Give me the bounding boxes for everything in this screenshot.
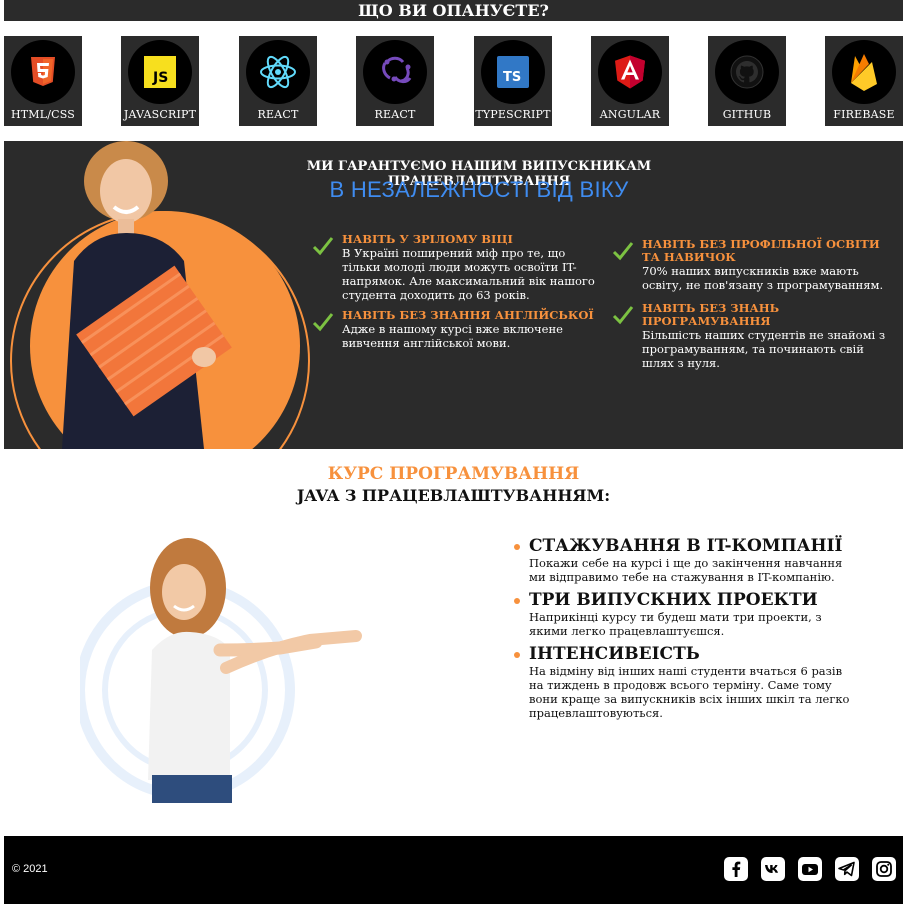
tech-card-redux[interactable]: REACT — [356, 36, 434, 126]
section-heading: ЩО ВИ ОПАНУЄТЕ? — [4, 0, 903, 21]
feature-item: НАВІТЬ БЕЗ ПРОФІЛЬНОЇ ОСВІТИ ТА НАВИЧОК … — [612, 237, 899, 292]
vk-icon — [765, 865, 778, 873]
course-heading: КУРС ПРОГРАМУВАННЯ — [327, 464, 580, 484]
tech-label: JAVASCRIPT — [123, 108, 197, 121]
angular-icon — [615, 55, 645, 89]
check-icon — [312, 313, 334, 332]
check-icon — [312, 237, 334, 256]
feature-title: НАВІТЬ БЕЗ ЗНАНЬ ПРОГРАМУВАННЯ — [642, 301, 780, 328]
benefit-item: ІНТЕНСИВЕІСТЬ На відміну від інших наші … — [514, 644, 854, 720]
tech-card-firebase[interactable]: FIREBASE — [825, 36, 903, 126]
student-photo — [62, 141, 232, 449]
javascript-icon: JS — [144, 56, 176, 88]
youtube-link[interactable] — [798, 857, 822, 881]
tech-label: FIREBASE — [833, 108, 895, 121]
benefit-title: ТРИ ВИПУСКНИХ ПРОЕКТИ — [529, 590, 818, 610]
tech-card-typescript[interactable]: TS TYPESCRIPT — [474, 36, 552, 126]
feature-text: 70% наших випускників вже мають освіту, … — [642, 264, 884, 292]
tech-label: TYPESCRIPT — [475, 108, 551, 121]
feature-title: НАВІТЬ БЕЗ ПРОФІЛЬНОЇ ОСВІТИ ТА НАВИЧОК — [642, 237, 880, 264]
facebook-link[interactable] — [724, 857, 748, 881]
benefit-item: СТАЖУВАННЯ В IT-КОМПАНІЇ Покажи себе на … — [514, 536, 854, 584]
tech-card-javascript[interactable]: JS JAVASCRIPT — [121, 36, 199, 126]
github-icon — [730, 55, 764, 89]
instagram-link[interactable] — [872, 857, 896, 881]
tech-card-react[interactable]: REACT — [239, 36, 317, 126]
guarantee-banner: МИ ГАРАНТУЄМО НАШИМ ВИПУСКНИКАМ ПРАЦЕВЛА… — [4, 141, 903, 449]
vk-link[interactable] — [761, 857, 785, 881]
tech-label: GITHUB — [722, 108, 772, 121]
benefit-title: СТАЖУВАННЯ В IT-КОМПАНІЇ — [529, 536, 843, 556]
svg-text:TS: TS — [503, 70, 521, 85]
feature-item: НАВІТЬ У ЗРІЛОМУ ВІЦІ В Україні поширени… — [312, 232, 602, 302]
bullet-icon — [514, 544, 520, 550]
feature-title: НАВІТЬ У ЗРІЛОМУ ВІЦІ — [342, 232, 513, 246]
banner-subtitle: В НЕЗАЛЕЖНОСТІ ВІД ВІКУ — [329, 177, 629, 202]
tech-card-html-css[interactable]: HTML/CSS — [4, 36, 82, 126]
tech-card-angular[interactable]: ANGULAR — [591, 36, 669, 126]
redux-icon — [382, 56, 412, 84]
instagram-icon — [876, 861, 892, 877]
typescript-icon: TS — [497, 56, 529, 88]
youtube-icon — [802, 864, 818, 875]
feature-text: Більшість наших студентів не знайомі з п… — [642, 328, 886, 370]
firebase-icon — [851, 54, 877, 91]
benefit-title: ІНТЕНСИВЕІСТЬ — [529, 644, 700, 664]
footer: © 2021 — [4, 836, 903, 904]
telegram-link[interactable] — [835, 857, 859, 881]
feature-item: НАВІТЬ БЕЗ ЗНАНЬ ПРОГРАМУВАННЯ Більшість… — [612, 301, 899, 370]
pointing-student-photo — [80, 538, 362, 803]
benefit-text: Покажи себе на курсі і ще до закінчення … — [529, 556, 843, 584]
benefit-text: Наприкінці курсу ти будеш мати три проек… — [529, 610, 822, 638]
feature-text: В Україні поширений міф про те, що тільк… — [342, 246, 595, 302]
react-icon — [260, 55, 296, 89]
bullet-icon — [514, 652, 520, 658]
check-icon — [612, 242, 634, 261]
facebook-icon — [732, 861, 741, 877]
feature-text: Адже в нашому курсі вже включене вивченн… — [342, 322, 563, 350]
feature-item: НАВІТЬ БЕЗ ЗНАННЯ АНГЛІЙСЬКОЇ Адже в наш… — [312, 308, 602, 350]
feature-title: НАВІТЬ БЕЗ ЗНАННЯ АНГЛІЙСЬКОЇ — [342, 308, 594, 322]
tech-label: REACT — [257, 108, 299, 121]
tech-list: HTML/CSS JS JAVASCRIPT REACT REACT TS TY… — [4, 36, 903, 126]
html5-icon — [31, 57, 55, 86]
check-icon — [612, 306, 634, 325]
bullet-icon — [514, 598, 520, 604]
copyright: © 2021 — [12, 863, 48, 875]
tech-label: REACT — [374, 108, 416, 121]
telegram-icon — [838, 861, 855, 877]
tech-label: HTML/CSS — [10, 108, 76, 121]
benefit-item: ТРИ ВИПУСКНИХ ПРОЕКТИ Наприкінці курсу т… — [514, 590, 854, 638]
course-subheading: JAVA З ПРАЦЕВЛАШТУВАННЯМ: — [296, 486, 611, 505]
tech-label: ANGULAR — [599, 108, 661, 121]
svg-text:JS: JS — [152, 70, 168, 86]
tech-card-github[interactable]: GITHUB — [708, 36, 786, 126]
benefit-text: На відміну від інших наші студенти вчать… — [529, 664, 850, 720]
benefits-list: СТАЖУВАННЯ В IT-КОМПАНІЇ Покажи себе на … — [514, 536, 854, 726]
